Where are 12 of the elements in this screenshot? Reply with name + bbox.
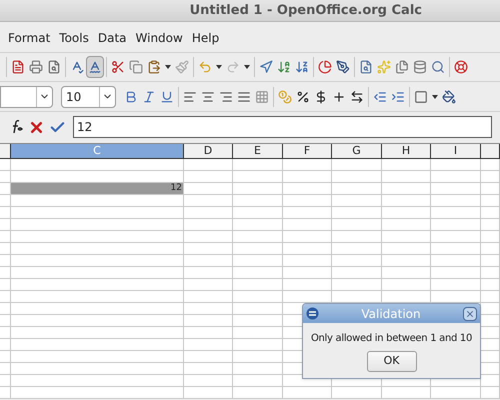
ok-button[interactable]: OK	[366, 351, 416, 372]
font-size-field[interactable]: 10	[61, 86, 116, 108]
menu-item[interactable]: Help	[192, 29, 220, 47]
selected-cell[interactable]: 12	[11, 183, 184, 194]
window-title: Untitled 1 - OpenOffice.org Calc	[190, 2, 422, 20]
menu-item[interactable]: Format	[8, 29, 50, 47]
formula-input[interactable]: 12	[73, 116, 492, 138]
menu-item[interactable]: Data	[98, 29, 127, 47]
dialog-message: Only allowed in between 1 and 10	[310, 332, 472, 346]
menu-item[interactable]: Window	[136, 29, 183, 47]
menu-item[interactable]: Tools	[59, 29, 89, 47]
dialog-title: Validation	[360, 306, 422, 322]
